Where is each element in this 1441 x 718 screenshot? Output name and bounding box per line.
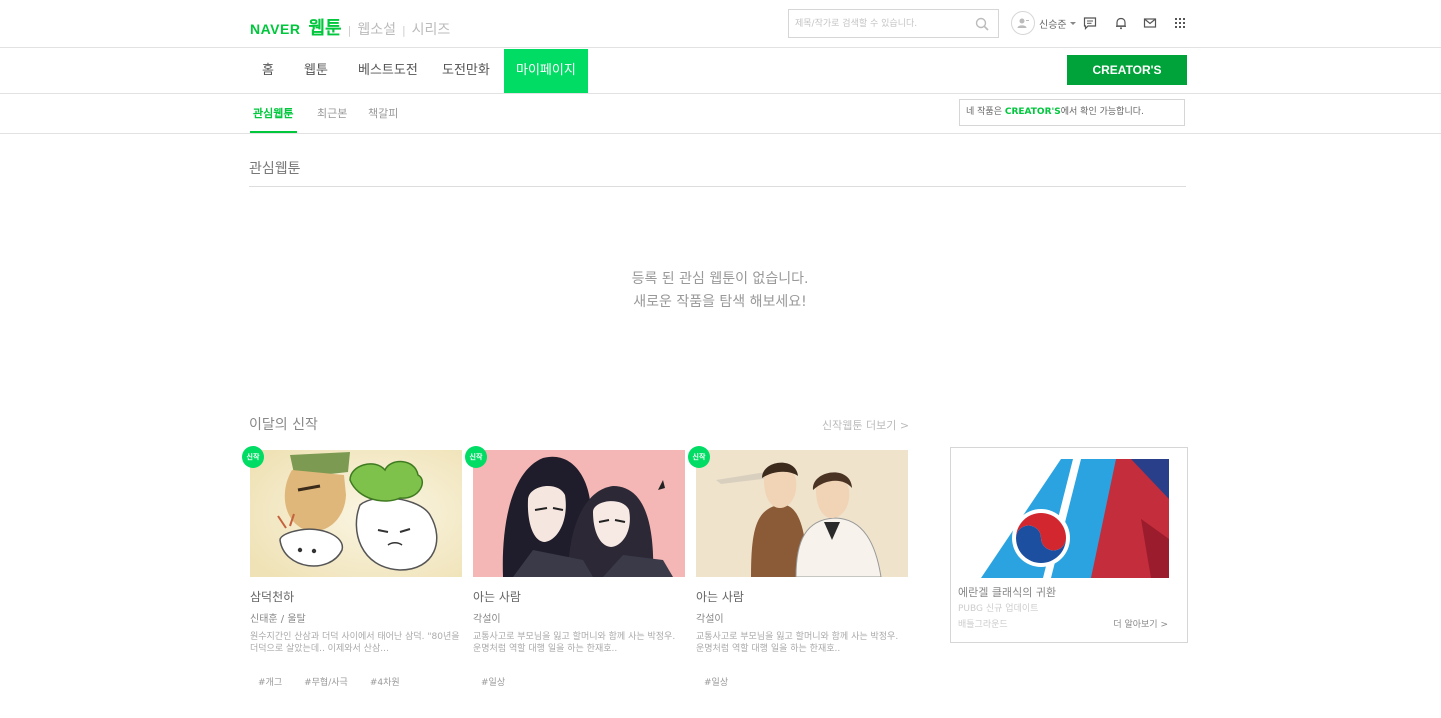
webtoon-tags: #일상 bbox=[473, 675, 685, 688]
webtoon-description: 교통사고로 부모님을 잃고 할머니와 함께 사는 박정우. 운명처럼 역할 대행… bbox=[696, 632, 899, 654]
chevron-down-icon[interactable] bbox=[1069, 21, 1076, 25]
user-icon bbox=[1017, 18, 1029, 28]
tag[interactable]: #무협/사극 bbox=[304, 678, 348, 688]
webtoon-title[interactable]: 아는 사람 bbox=[473, 588, 685, 605]
new-badge: 신작 bbox=[465, 446, 487, 468]
notice-highlight: CREATOR'S bbox=[1004, 107, 1061, 117]
webtoon-card[interactable]: 신작 아는 사람 각설이 교통사고로 부모님을 잃고 할머니와 함께 사는 박정… bbox=[688, 446, 908, 688]
webtoon-title[interactable]: 아는 사람 bbox=[696, 588, 908, 605]
ad-source: 배틀그라운드 bbox=[958, 620, 1008, 630]
webtoon-thumbnail[interactable] bbox=[473, 450, 685, 577]
nav-item-mypage[interactable]: 마이페이지 bbox=[504, 49, 588, 93]
ad-image[interactable] bbox=[981, 459, 1169, 578]
service-link-series[interactable]: 시리즈 bbox=[412, 19, 451, 39]
search-box bbox=[788, 9, 999, 38]
main-nav: 홈 웹툰 베스트도전 도전만화 마이페이지 CREATOR'S bbox=[0, 49, 1441, 94]
webtoon-tags: #일상 bbox=[696, 675, 908, 688]
tab-favorites[interactable]: 관심웹툰 bbox=[253, 105, 293, 121]
top-header: NAVER 웹툰 | 웹소설 | 시리즈 신승준 bbox=[0, 0, 1441, 48]
webtoon-author[interactable]: 각설이 bbox=[696, 610, 908, 625]
tag[interactable]: #개그 bbox=[258, 678, 282, 688]
webtoon-tags: #개그 #무협/사극 #4차원 bbox=[250, 675, 462, 688]
divider bbox=[249, 186, 1186, 187]
thumbnail-illustration bbox=[473, 450, 685, 577]
thumbnail-illustration bbox=[696, 450, 908, 577]
user-menu[interactable]: 신승준 bbox=[1011, 11, 1076, 35]
tag[interactable]: #일상 bbox=[704, 678, 728, 688]
search-input[interactable] bbox=[795, 16, 965, 32]
naver-logo[interactable]: NAVER bbox=[250, 21, 300, 37]
ad-subtitle: PUBG 신규 업데이트 bbox=[958, 604, 1039, 614]
apps-grid-icon[interactable] bbox=[1173, 16, 1187, 30]
tab-bookmarks[interactable]: 책갈피 bbox=[368, 105, 398, 121]
divider: | bbox=[347, 24, 352, 37]
sub-nav: 관심웹툰 최근본 책갈피 네 작품은 CREATOR'S에서 확인 가능합니다. bbox=[0, 94, 1441, 134]
comment-icon[interactable] bbox=[1083, 16, 1097, 30]
tag[interactable]: #4차원 bbox=[370, 678, 400, 688]
webtoon-author[interactable]: 신태훈 / 울탈 bbox=[250, 610, 462, 625]
thumbnail-illustration bbox=[250, 450, 462, 577]
tag[interactable]: #일상 bbox=[481, 678, 505, 688]
notice-suffix: 에서 확인 가능합니다. bbox=[1060, 107, 1144, 117]
mail-icon[interactable] bbox=[1143, 16, 1157, 30]
service-link-webnovel[interactable]: 웹소설 bbox=[357, 19, 396, 39]
webtoon-title[interactable]: 삼덕천하 bbox=[250, 588, 462, 605]
webtoon-description: 원수지간인 산삼과 더덕 사이에서 태어난 삼덕. "80년을 더덕으로 살았는… bbox=[250, 632, 460, 654]
nav-item-challenge[interactable]: 도전만화 bbox=[442, 49, 490, 93]
creators-notice[interactable]: 네 작품은 CREATOR'S에서 확인 가능합니다. bbox=[959, 99, 1185, 126]
user-name[interactable]: 신승준 bbox=[1039, 16, 1067, 31]
section-title-new-series: 이달의 신작 bbox=[249, 417, 318, 433]
new-badge: 신작 bbox=[242, 446, 264, 468]
divider: | bbox=[401, 24, 406, 37]
webtoon-author[interactable]: 각설이 bbox=[473, 610, 685, 625]
tab-recent[interactable]: 최근본 bbox=[317, 105, 347, 121]
active-tab-underline bbox=[250, 131, 297, 133]
webtoon-thumbnail[interactable] bbox=[250, 450, 462, 577]
webtoon-card[interactable]: 신작 아는 사람 각설이 교통사고로 부모님을 잃고 할머니와 함께 사는 박정… bbox=[465, 446, 685, 688]
avatar[interactable] bbox=[1011, 11, 1035, 35]
creators-button[interactable]: CREATOR'S bbox=[1067, 55, 1187, 85]
empty-line-2: 새로운 작품을 탐색 해보세요! bbox=[633, 294, 807, 310]
nav-item-webtoon[interactable]: 웹툰 bbox=[304, 49, 328, 93]
new-badge: 신작 bbox=[688, 446, 710, 468]
bell-icon[interactable] bbox=[1114, 16, 1128, 30]
ad-title[interactable]: 에란겔 클래식의 귀환 bbox=[958, 584, 1056, 600]
webtoon-card[interactable]: 신작 삼덕천하 신태훈 / 울탈 원수지간인 산삼과 더덕 사이에서 태어난 삼… bbox=[242, 446, 462, 688]
nav-item-best-challenge[interactable]: 베스트도전 bbox=[358, 49, 418, 93]
airline-tail-graphic bbox=[981, 459, 1169, 578]
notice-prefix: 네 작품은 bbox=[966, 107, 1005, 117]
empty-line-1: 등록 된 관심 웹툰이 없습니다. bbox=[631, 271, 809, 287]
webtoon-description: 교통사고로 부모님을 잃고 할머니와 함께 사는 박정우. 운명처럼 역할 대행… bbox=[473, 632, 676, 654]
ad-more-link[interactable]: 더 알아보기 > bbox=[1113, 617, 1168, 630]
webtoon-logo[interactable]: 웹툰 bbox=[308, 14, 341, 40]
search-icon[interactable] bbox=[975, 17, 989, 31]
nav-item-home[interactable]: 홈 bbox=[262, 49, 274, 93]
new-series-more-link[interactable]: 신작웹툰 더보기 > bbox=[822, 417, 909, 433]
webtoon-thumbnail[interactable] bbox=[696, 450, 908, 577]
section-title-favorites: 관심웹툰 bbox=[249, 161, 301, 177]
ad-banner[interactable]: 에란겔 클래식의 귀환 PUBG 신규 업데이트 배틀그라운드 더 알아보기 > bbox=[950, 447, 1188, 643]
empty-state-message: 등록 된 관심 웹툰이 없습니다. 새로운 작품을 탐색 해보세요! bbox=[420, 268, 1020, 314]
logo[interactable]: NAVER 웹툰 | 웹소설 | 시리즈 bbox=[250, 14, 450, 40]
